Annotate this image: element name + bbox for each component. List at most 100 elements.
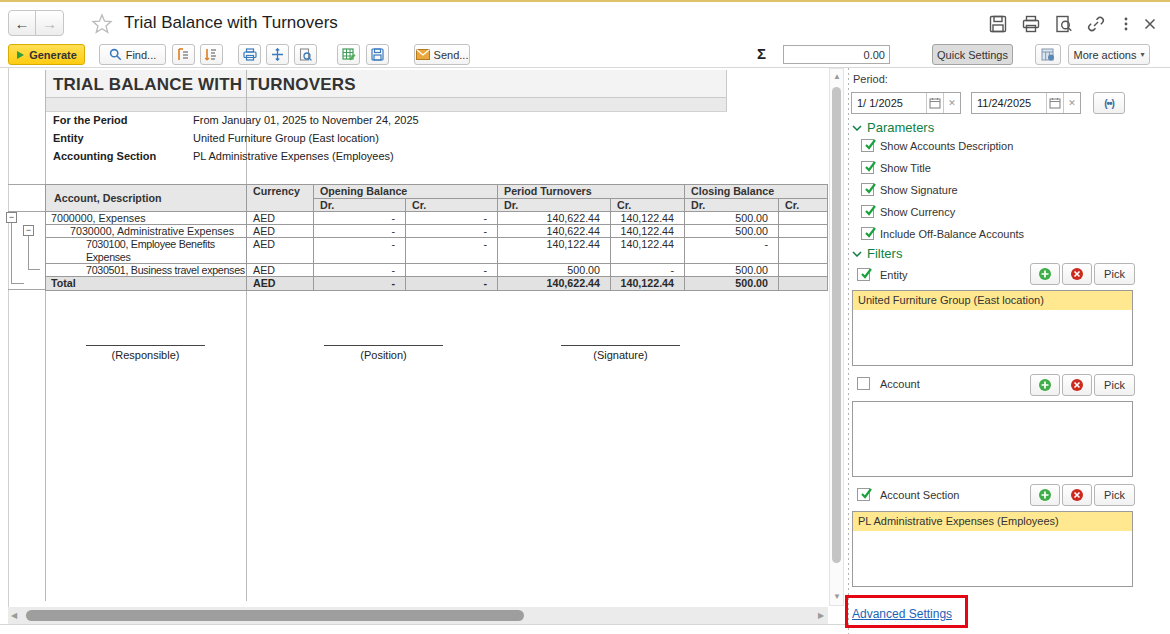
cell-closing-dr[interactable]: - — [685, 238, 779, 264]
print-button[interactable] — [238, 44, 261, 65]
close-icon[interactable] — [1140, 14, 1160, 34]
col-header-currency[interactable]: Currency — [247, 185, 314, 212]
cell-account[interactable]: 7030501, Business travel expenses — [46, 264, 247, 277]
cell-currency[interactable]: AED — [247, 225, 314, 238]
info-value-section[interactable]: PL Administrative Expenses (Employees) — [193, 150, 394, 162]
send-button[interactable]: Send... — [414, 44, 470, 65]
generate-button[interactable]: Generate — [8, 44, 85, 65]
find-button[interactable]: Find... — [99, 44, 166, 65]
cell-period-cr[interactable]: - — [611, 264, 685, 277]
cell-account[interactable]: 7030100, Employee Benefits Expenses — [46, 238, 247, 264]
more-actions-button[interactable]: More actions ▾ — [1068, 44, 1150, 65]
cell-currency[interactable]: AED — [247, 212, 314, 225]
checkbox-label[interactable]: Include Off-Balance Accounts — [880, 228, 1024, 240]
cell-period-dr[interactable]: 500.00 — [498, 264, 611, 277]
total-opening-cr[interactable]: - — [406, 277, 498, 291]
total-closing-cr[interactable] — [779, 277, 828, 291]
tree-collapse-1[interactable]: − — [6, 212, 17, 223]
filter-label-account[interactable]: Account — [880, 378, 920, 390]
total-currency[interactable]: AED — [247, 277, 314, 291]
col-header-period[interactable]: Period Turnovers — [498, 185, 685, 199]
account-list[interactable] — [852, 401, 1133, 477]
collapse-groups-button[interactable] — [172, 44, 195, 65]
favorite-star-icon[interactable] — [90, 12, 114, 36]
cell-period-cr[interactable]: 140,122.44 — [611, 238, 685, 264]
preview-icon[interactable] — [1054, 14, 1074, 34]
cell-currency[interactable]: AED — [247, 264, 314, 277]
col-header-opening-cr[interactable]: Cr. — [406, 199, 498, 212]
scroll-up-icon[interactable]: ▲ — [833, 73, 841, 81]
filters-section-header[interactable]: Filters — [852, 246, 902, 261]
cell-currency[interactable]: AED — [247, 238, 314, 264]
back-button[interactable]: ← — [9, 11, 36, 35]
more-menu-icon[interactable] — [1116, 14, 1136, 34]
checkbox-label[interactable]: Show Title — [880, 162, 931, 174]
total-opening-dr[interactable]: - — [314, 277, 406, 291]
filter-label-entity[interactable]: Entity — [880, 269, 908, 281]
autosum-field[interactable]: 0.00 — [783, 45, 890, 64]
cell-account[interactable]: 7000000, Expenses — [46, 212, 247, 225]
select-period-button[interactable]: (••) — [1093, 92, 1125, 114]
remove-account-section-button[interactable] — [1062, 484, 1092, 506]
checkbox-label[interactable]: Show Currency — [880, 206, 955, 218]
cell-opening-cr[interactable]: - — [406, 212, 498, 225]
checkbox-show-title[interactable] — [861, 161, 874, 174]
checkbox-include-off-balance[interactable] — [861, 227, 874, 240]
col-header-opening-dr[interactable]: Dr. — [314, 199, 406, 212]
col-header-period-dr[interactable]: Dr. — [498, 199, 611, 212]
account-section-list[interactable]: PL Administrative Expenses (Employees) — [852, 511, 1133, 587]
period-from-field[interactable]: 1/ 1/2025 ✕ — [851, 92, 961, 114]
checkbox-label[interactable]: Show Signature — [880, 184, 958, 196]
fit-page-button[interactable] — [266, 44, 289, 65]
cell-opening-cr[interactable]: - — [406, 225, 498, 238]
save-icon[interactable] — [988, 14, 1008, 34]
cell-account[interactable]: 7030000, Administrative Expenses — [46, 225, 247, 238]
total-closing-dr[interactable]: 500.00 — [685, 277, 779, 291]
col-header-period-cr[interactable]: Cr. — [611, 199, 685, 212]
cell-opening-dr[interactable]: - — [314, 264, 406, 277]
expand-groups-button[interactable] — [200, 44, 223, 65]
edit-document-button[interactable] — [337, 44, 360, 65]
cell-closing-cr[interactable] — [779, 225, 828, 238]
scroll-right-icon[interactable]: ▶ — [818, 612, 824, 620]
calendar-icon[interactable] — [926, 93, 943, 113]
col-header-opening[interactable]: Opening Balance — [314, 185, 498, 199]
col-header-closing-dr[interactable]: Dr. — [685, 199, 779, 212]
remove-entity-button[interactable] — [1062, 263, 1092, 285]
cell-closing-cr[interactable] — [779, 212, 828, 225]
info-label-section[interactable]: Accounting Section — [53, 150, 156, 162]
save-document-button[interactable] — [366, 44, 389, 65]
total-period-cr[interactable]: 140,122.44 — [611, 277, 685, 291]
col-header-closing-cr[interactable]: Cr. — [779, 199, 828, 212]
cell-period-cr[interactable]: 140,122.44 — [611, 212, 685, 225]
cell-period-dr[interactable]: 140,622.44 — [498, 225, 611, 238]
info-value-period[interactable]: From January 01, 2025 to November 24, 20… — [193, 114, 419, 126]
col-header-closing[interactable]: Closing Balance — [685, 185, 828, 199]
vertical-scroll-thumb[interactable] — [832, 87, 841, 563]
calendar-icon[interactable] — [1046, 93, 1063, 113]
info-value-entity[interactable]: United Furniture Group (East location) — [193, 132, 379, 144]
period-to-value[interactable]: 11/24/2025 — [972, 97, 1046, 109]
checkbox-show-currency[interactable] — [861, 205, 874, 218]
checkbox-label[interactable]: Show Accounts Description — [880, 140, 1013, 152]
cell-period-dr[interactable]: 140,622.44 — [498, 212, 611, 225]
quick-settings-button[interactable]: Quick Settings — [932, 44, 1013, 65]
cell-period-dr[interactable]: 140,122.44 — [498, 238, 611, 264]
clear-date-icon[interactable]: ✕ — [943, 93, 960, 113]
checkbox-show-signature[interactable] — [861, 183, 874, 196]
checkbox-show-accounts-description[interactable] — [861, 139, 874, 152]
cell-closing-cr[interactable] — [779, 264, 828, 277]
checkbox-filter-account-section[interactable] — [857, 488, 870, 501]
cell-closing-dr[interactable]: 500.00 — [685, 225, 779, 238]
total-label[interactable]: Total — [46, 277, 247, 291]
cell-closing-cr[interactable] — [779, 238, 828, 264]
horizontal-scrollbar[interactable]: ◀ ▶ — [8, 607, 828, 624]
period-to-field[interactable]: 11/24/2025 ✕ — [971, 92, 1081, 114]
forward-button[interactable]: → — [36, 11, 63, 35]
entity-list[interactable]: United Furniture Group (East location) — [852, 290, 1133, 366]
cell-opening-dr[interactable]: - — [314, 238, 406, 264]
cell-opening-cr[interactable]: - — [406, 238, 498, 264]
scroll-down-icon[interactable]: ▼ — [833, 593, 841, 601]
report-title[interactable]: TRIAL BALANCE WITH TURNOVERS — [53, 75, 356, 95]
print-icon[interactable] — [1021, 14, 1041, 34]
